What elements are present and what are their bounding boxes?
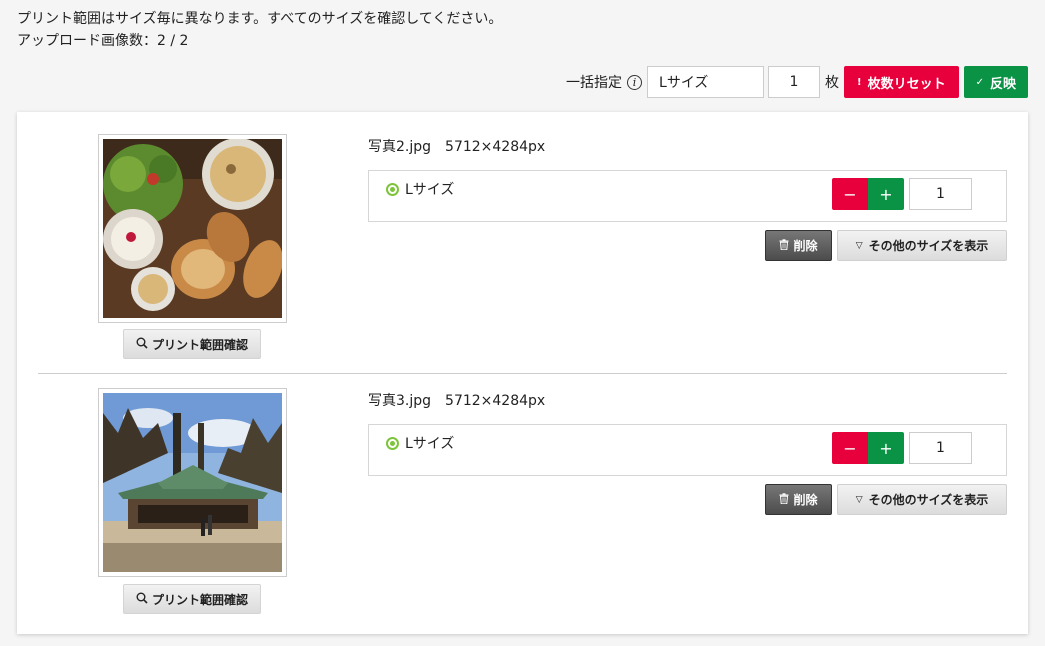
quantity-input[interactable]: 1 [909, 432, 972, 464]
apply-label: 反映 [989, 76, 1016, 92]
quantity-input[interactable]: 1 [909, 178, 972, 210]
info-icon[interactable]: i [627, 74, 643, 90]
bulk-size-select[interactable]: Lサイズ [647, 66, 765, 98]
notice-print-range: プリント範囲はサイズ毎に異なります。すべてのサイズを確認してください。 [17, 11, 503, 27]
target-icon [386, 436, 399, 450]
exclamation-icon: ! [857, 76, 862, 88]
size-row: Lサイズ − + 1 [368, 424, 1007, 476]
filename-text: 写真2.jpg [368, 139, 432, 155]
photo-filename: 写真3.jpg 5712×4284px [368, 390, 545, 410]
photo-thumbnail[interactable] [98, 134, 287, 323]
triangle-down-icon: ▽ [855, 240, 863, 251]
print-range-check-label: プリント範囲確認 [151, 592, 248, 607]
print-range-check-button[interactable]: プリント範囲確認 [123, 584, 261, 614]
bulk-setting-bar: 一括指定 i Lサイズ 1 枚 ! 枚数リセット ✓ 反映 [566, 66, 1028, 98]
show-other-sizes-label: その他のサイズを表示 [868, 239, 989, 253]
apply-button[interactable]: ✓ 反映 [963, 66, 1028, 98]
photo-item: プリント範囲確認 写真2.jpg 5712×4284px Lサイズ − + 1 削… [17, 112, 1028, 362]
show-other-sizes-button[interactable]: ▽ その他のサイズを表示 [837, 484, 1007, 515]
image-dimensions: 5712×4284px [445, 139, 546, 155]
delete-label: 削除 [793, 239, 818, 253]
decrement-button[interactable]: − [832, 432, 868, 464]
photo-list-card: プリント範囲確認 写真2.jpg 5712×4284px Lサイズ − + 1 削… [17, 112, 1028, 634]
reset-quantity-button[interactable]: ! 枚数リセット [844, 66, 959, 98]
food-photo-image [103, 139, 282, 318]
size-row: Lサイズ − + 1 [368, 170, 1007, 222]
filename-text: 写真3.jpg [368, 393, 432, 409]
magnifier-icon [136, 337, 148, 352]
shrine-photo-image [103, 393, 282, 572]
photo-thumbnail[interactable] [98, 388, 287, 577]
increment-button[interactable]: + [868, 432, 904, 464]
show-other-sizes-button[interactable]: ▽ その他のサイズを表示 [837, 230, 1007, 261]
bulk-quantity-input[interactable]: 1 [768, 66, 821, 98]
size-name: Lサイズ [386, 179, 454, 199]
quantity-unit: 枚 [825, 75, 840, 91]
show-other-sizes-label: その他のサイズを表示 [868, 493, 989, 507]
print-range-check-label: プリント範囲確認 [151, 337, 248, 352]
target-icon [386, 182, 399, 196]
size-name: Lサイズ [386, 433, 454, 453]
notice: プリント範囲はサイズ毎に異なります。すべてのサイズを確認してください。 アップロ… [17, 8, 502, 52]
photo-filename: 写真2.jpg 5712×4284px [368, 136, 545, 156]
print-range-check-button[interactable]: プリント範囲確認 [123, 329, 261, 359]
increment-button[interactable]: + [868, 178, 904, 210]
image-dimensions: 5712×4284px [445, 393, 546, 409]
upload-count: アップロード画像数：2 / 2 [17, 33, 189, 49]
delete-button[interactable]: 削除 [765, 230, 832, 261]
size-name-label: Lサイズ [405, 182, 455, 198]
size-name-label: Lサイズ [405, 436, 455, 452]
delete-button[interactable]: 削除 [765, 484, 832, 515]
bulk-label: 一括指定 [566, 75, 623, 91]
trash-icon [779, 238, 789, 253]
decrement-button[interactable]: − [832, 178, 868, 210]
trash-icon [779, 492, 789, 507]
delete-label: 削除 [793, 493, 818, 507]
check-icon: ✓ [975, 76, 984, 88]
photo-item: プリント範囲確認 写真3.jpg 5712×4284px Lサイズ − + 1 削… [17, 366, 1028, 616]
triangle-down-icon: ▽ [855, 494, 863, 505]
reset-quantity-label: 枚数リセット [867, 76, 946, 92]
magnifier-icon [136, 592, 148, 607]
